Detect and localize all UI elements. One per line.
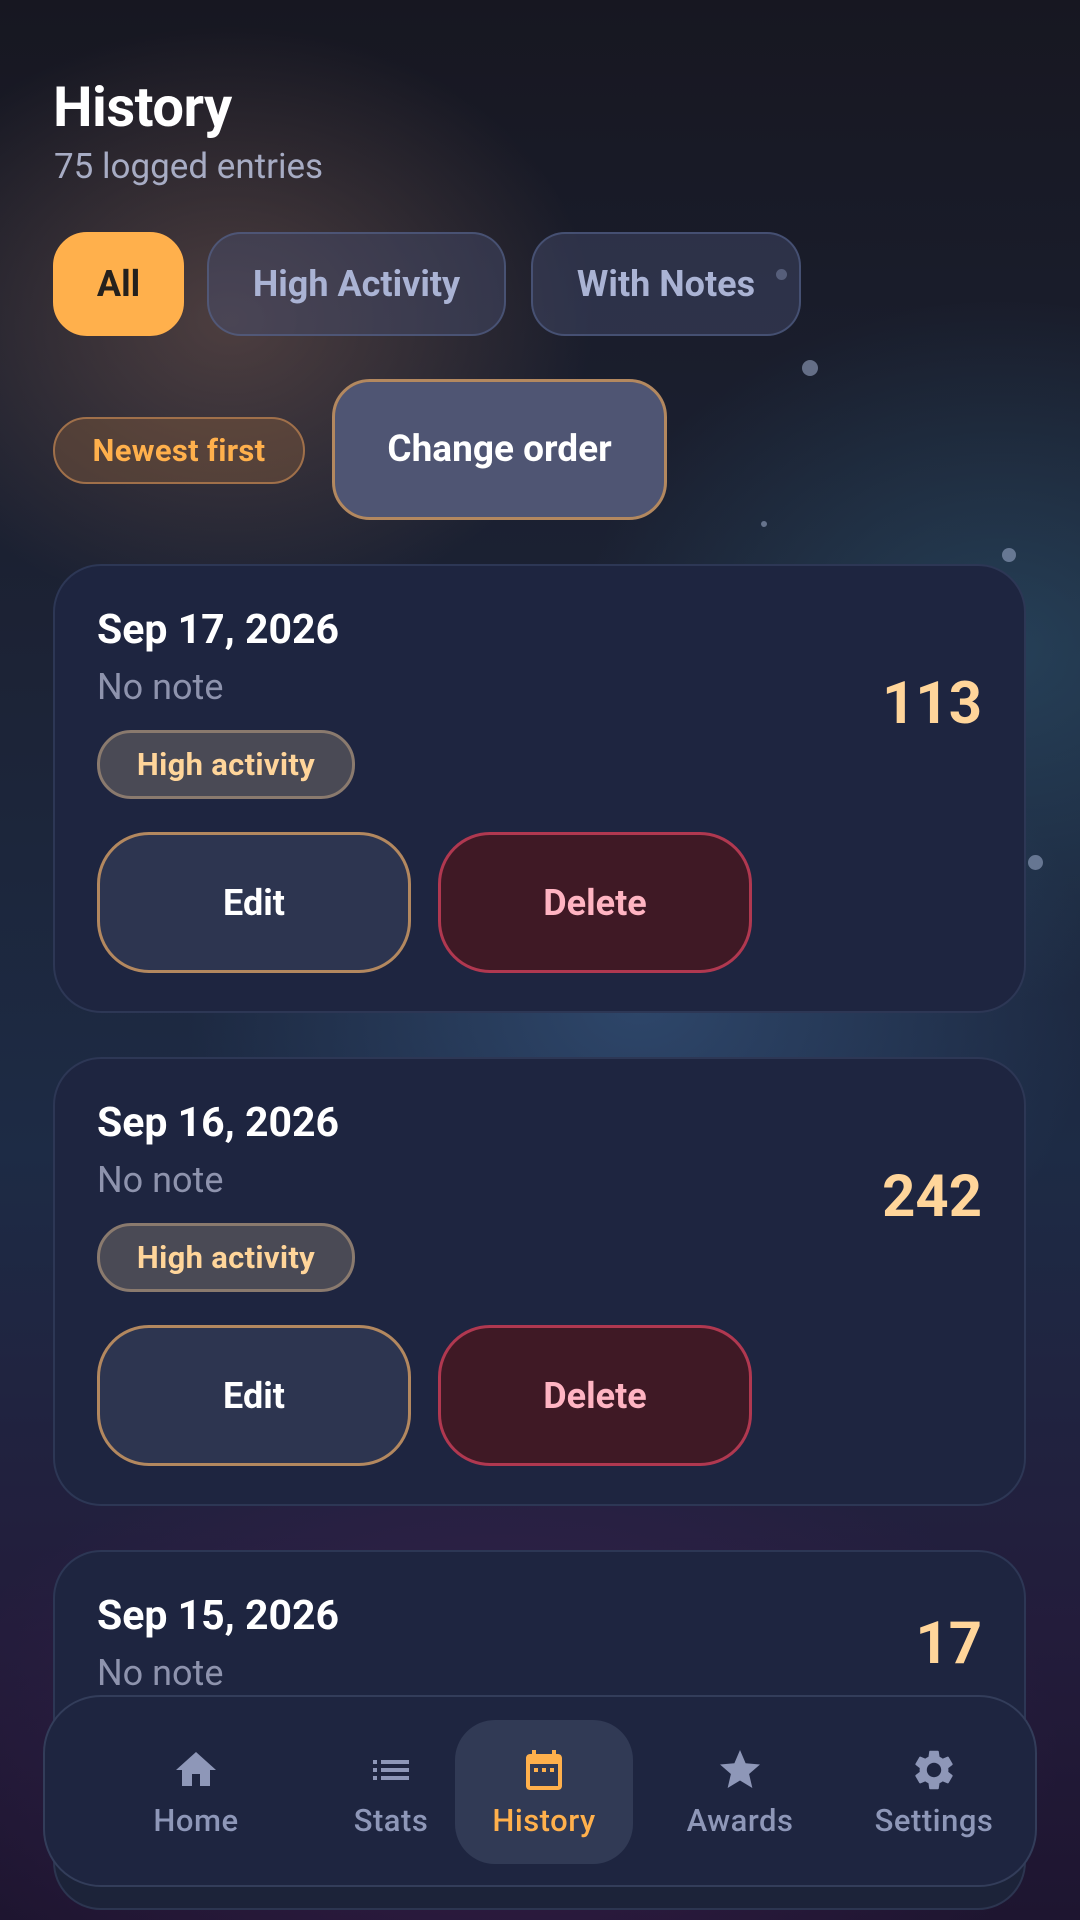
entry-note: No note — [97, 1652, 224, 1694]
entry-date: Sep 16, 2026 — [97, 1099, 340, 1147]
nav-item-label: Awards — [686, 1801, 794, 1839]
edit-button[interactable]: Edit — [97, 832, 411, 973]
bottom-nav: Home Stats History Awards Settings — [43, 1695, 1037, 1887]
nav-item-label: History — [492, 1801, 596, 1839]
calendar-icon — [526, 1749, 562, 1790]
nav-item-home[interactable]: Home — [107, 1720, 285, 1864]
entry-value: 17 — [915, 1610, 982, 1678]
filter-chip-with-notes[interactable]: With Notes — [531, 232, 801, 336]
filter-chip-high-activity[interactable]: High Activity — [207, 232, 506, 336]
decor-dot — [761, 521, 767, 527]
entry-count: 75 logged entries — [54, 146, 324, 187]
home-icon — [176, 1751, 216, 1786]
delete-button[interactable]: Delete — [438, 832, 752, 973]
entry-note: No note — [97, 666, 224, 708]
sort-order-badge: Newest first — [53, 417, 305, 484]
entry-value: 113 — [882, 670, 982, 738]
nav-item-label: Home — [153, 1801, 239, 1839]
page-title: History — [53, 74, 232, 140]
entry-value: 242 — [882, 1163, 982, 1231]
list-icon — [373, 1759, 409, 1780]
decor-dot — [802, 360, 818, 376]
edit-button[interactable]: Edit — [97, 1325, 411, 1466]
nav-item-label: Settings — [874, 1801, 994, 1839]
delete-button[interactable]: Delete — [438, 1325, 752, 1466]
change-order-button[interactable]: Change order — [332, 379, 667, 520]
nav-item-settings[interactable]: Settings — [845, 1720, 1023, 1864]
nav-item-label: Stats — [353, 1801, 429, 1839]
entry-date: Sep 15, 2026 — [97, 1592, 340, 1640]
gear-icon — [915, 1750, 953, 1789]
entry-note: No note — [97, 1159, 224, 1201]
entry-card: Sep 16, 2026 No note 242 High activity E… — [53, 1057, 1026, 1506]
high-activity-tag: High activity — [97, 1223, 355, 1292]
decor-dot — [1028, 855, 1043, 870]
nav-item-stats[interactable]: Stats — [302, 1720, 480, 1864]
nav-item-history[interactable]: History — [455, 1720, 633, 1864]
high-activity-tag: High activity — [97, 730, 355, 799]
entry-card: Sep 17, 2026 No note 113 High activity E… — [53, 564, 1026, 1013]
nav-item-awards[interactable]: Awards — [651, 1720, 829, 1864]
star-icon — [720, 1749, 760, 1788]
decor-dot — [1002, 548, 1016, 562]
entry-date: Sep 17, 2026 — [97, 606, 340, 654]
filter-chip-all[interactable]: All — [53, 232, 184, 336]
